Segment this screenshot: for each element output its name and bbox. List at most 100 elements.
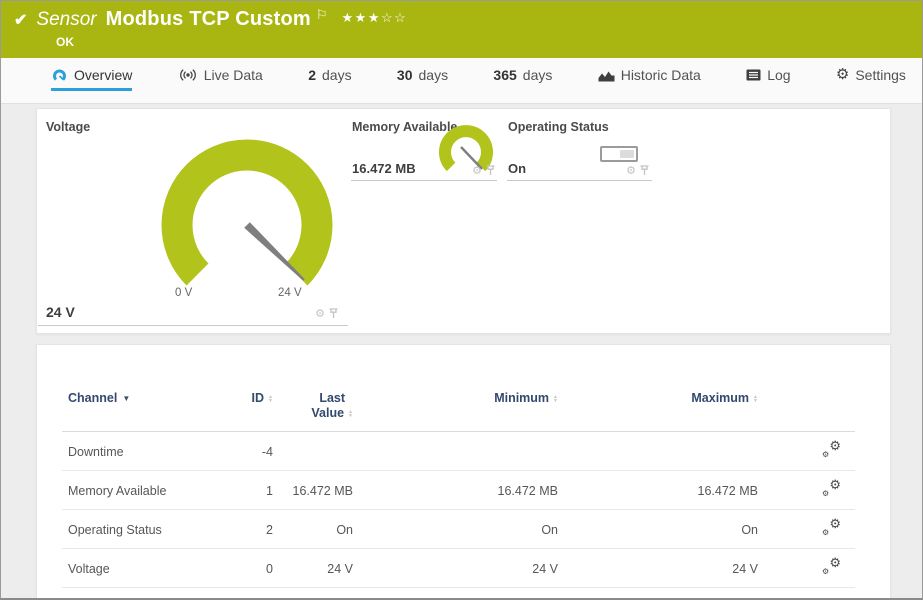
pin-icon[interactable] [329, 308, 338, 319]
tab-label: Live Data [203, 67, 263, 83]
toggle-knob [620, 150, 634, 158]
stars-empty: ☆☆ [380, 10, 408, 25]
tab-label: Settings [855, 67, 906, 83]
channel-maximum: 16.472 MB [564, 470, 764, 510]
gauge-icon [53, 69, 66, 81]
tab-2-days[interactable]: 2 days [308, 67, 351, 91]
gauges-panel: Voltage 0 V 24 V 24 V ⚙ Memory Available [36, 108, 891, 334]
object-kind-label: Sensor [36, 9, 97, 30]
settings-gear-icon: ⚙ [835, 66, 850, 83]
channel-last-value [279, 431, 359, 471]
column-header-actions [764, 385, 855, 432]
sort-arrows-icon: ▲ ▼ [553, 393, 558, 404]
gauge-title: Voltage [46, 120, 91, 134]
pin-icon[interactable] [640, 165, 649, 176]
historic-chart-icon [598, 71, 615, 81]
tab-label: days [322, 67, 352, 83]
channel-settings-icon[interactable]: ⚙ ⚙ [822, 556, 841, 576]
channel-settings-icon[interactable]: ⚙ ⚙ [822, 517, 841, 537]
memory-gauge-block: Memory Available 16.472 MB ⚙ [351, 115, 497, 181]
priority-stars[interactable]: ★★★☆☆ [342, 10, 408, 26]
channel-name: Operating Status [62, 509, 237, 549]
column-header-maximum[interactable]: Maximum ▲ ▼ [564, 385, 764, 432]
column-label: Maximum [691, 391, 750, 405]
gauge-value: 16.472 MB [352, 161, 416, 176]
channels-panel: Channel ▼ ID ▲ ▼ Last Value ▲ ▼ Minimum ▲ ▼ Maxi [36, 344, 891, 598]
tab-365-days[interactable]: 365 days [493, 67, 552, 91]
tab-label: Historic Data [620, 67, 701, 83]
operating-status-toggle [600, 146, 638, 162]
tab-label: days [418, 67, 449, 83]
tab-log[interactable]: Log [746, 67, 791, 91]
channel-id: 0 [237, 548, 279, 588]
column-header-id[interactable]: ID ▲ ▼ [237, 385, 279, 432]
sensor-window: ✔ Sensor Modbus TCP Custom ⚐ ★★★☆☆ OK Ov… [0, 0, 923, 600]
overview-content: Voltage 0 V 24 V 24 V ⚙ Memory Available [1, 104, 922, 598]
sort-arrows-icon: ▲ ▼ [268, 393, 273, 404]
channel-maximum: On [564, 509, 764, 549]
tab-number: 2 [308, 67, 316, 83]
column-header-last-value[interactable]: Last Value ▲ ▼ [279, 385, 359, 432]
gauge-scale-max: 24 V [278, 287, 302, 299]
table-row: Downtime -4 ⚙ ⚙ [62, 431, 855, 471]
column-label: Last [319, 391, 346, 405]
gauge-title: Operating Status [508, 120, 609, 134]
channel-last-value: 16.472 MB [279, 470, 359, 510]
operating-status-block: Operating Status On ⚙ [507, 115, 652, 181]
pin-icon[interactable] [486, 165, 495, 176]
sort-caret-icon: ▼ [122, 394, 131, 404]
tab-30-days[interactable]: 30 days [397, 67, 448, 91]
stars-filled: ★★★ [341, 10, 381, 25]
tab-live-data[interactable]: Live Data [178, 67, 263, 91]
voltage-gauge-block: Voltage 0 V 24 V 24 V ⚙ [38, 115, 348, 326]
gear-icon[interactable]: ⚙ [626, 165, 636, 176]
gear-icon[interactable]: ⚙ [472, 165, 482, 176]
channel-settings-icon[interactable]: ⚙ ⚙ [822, 439, 841, 459]
log-icon [746, 69, 761, 81]
page-title: Modbus TCP Custom [105, 8, 311, 30]
tab-historic-data[interactable]: Historic Data [598, 67, 701, 91]
tab-bar: Overview Live Data 2 days 30 days 365 da… [1, 58, 922, 104]
column-label: Value [311, 406, 345, 420]
column-header-minimum[interactable]: Minimum ▲ ▼ [359, 385, 564, 432]
channel-id: 1 [237, 470, 279, 510]
priority-flag-icon[interactable]: ⚐ [316, 7, 328, 23]
status-badge: OK [56, 35, 74, 49]
channel-name: Downtime [62, 431, 237, 471]
voltage-gauge [161, 139, 333, 286]
channel-id: 2 [237, 509, 279, 549]
ok-check-icon: ✔ [14, 12, 28, 29]
gauge-footer-icons: ⚙ [315, 308, 338, 319]
channel-last-value: 24 V [279, 548, 359, 588]
tab-label: Overview [74, 67, 133, 83]
gauge-footer-icons: ⚙ [472, 165, 495, 176]
live-data-icon [179, 69, 196, 81]
gauge-footer-icons: ⚙ [626, 165, 649, 176]
gauge-scale-min: 0 V [175, 287, 193, 299]
table-row: Voltage 0 24 V 24 V 24 V ⚙ ⚙ [62, 548, 855, 588]
sort-arrows-icon: ▲ ▼ [753, 393, 758, 404]
channel-name: Voltage [62, 548, 237, 588]
tab-settings[interactable]: ⚙ Settings [836, 67, 906, 91]
column-header-channel[interactable]: Channel ▼ [62, 385, 237, 432]
sort-arrows-icon: ▲ ▼ [348, 408, 353, 419]
channel-maximum [564, 431, 764, 471]
column-label: ID [251, 391, 265, 405]
sensor-status-header: ✔ Sensor Modbus TCP Custom ⚐ ★★★☆☆ OK [1, 1, 922, 58]
channel-settings-icon[interactable]: ⚙ ⚙ [822, 478, 841, 498]
tab-overview[interactable]: Overview [51, 67, 133, 91]
channel-maximum: 24 V [564, 548, 764, 588]
channel-id: -4 [237, 431, 279, 471]
tab-number: 30 [396, 67, 413, 83]
gauge-value: On [508, 161, 527, 176]
column-label: Minimum [494, 391, 550, 405]
channel-minimum: 24 V [359, 548, 564, 588]
gear-icon[interactable]: ⚙ [315, 308, 325, 319]
gauge-value: 24 V [46, 304, 75, 320]
title-row: ✔ Sensor Modbus TCP Custom ⚐ ★★★☆☆ [14, 7, 408, 31]
channel-minimum [359, 431, 564, 471]
tab-number: 365 [493, 67, 517, 83]
channel-minimum: On [359, 509, 564, 549]
channel-name: Memory Available [62, 470, 237, 510]
column-label: Channel [68, 391, 118, 405]
